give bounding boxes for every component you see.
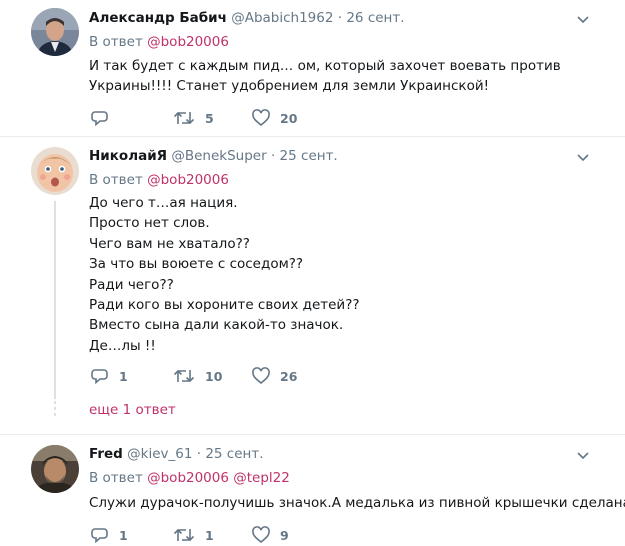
like-count: 9: [280, 527, 289, 543]
tweet-text-line: Ради кого вы хороните своих детей??: [89, 297, 360, 314]
tweet-text-line: Вместо сына дали какой-то значок.: [89, 317, 344, 334]
reply-icon: [91, 369, 108, 385]
tweet-text-line: До чего т…ая нация.: [89, 195, 238, 211]
tweet-text-line: Украины!!!! Станет удобрением для земли …: [89, 78, 490, 94]
tweet-text-line: Служи дурачок-получишь значок.А медалька…: [89, 495, 625, 511]
retweet-button[interactable]: 5: [173, 108, 214, 128]
heart-icon: [252, 109, 270, 127]
like-count: 26: [280, 368, 298, 384]
avatar[interactable]: [31, 445, 79, 493]
like-button[interactable]: 20: [252, 108, 297, 128]
display-name[interactable]: Fred: [89, 446, 123, 462]
tweet-text-line: Чего вам не хватало??: [89, 235, 250, 252]
tweet-actions: 1 10 26: [89, 366, 389, 386]
like-button[interactable]: 26: [252, 366, 297, 386]
mention-link[interactable]: @tepl22: [233, 470, 290, 486]
heart-icon: [252, 367, 270, 385]
tweet-text: До чего т…ая нация. Просто нет слов. Чег…: [89, 193, 360, 356]
tweet-text-line: Просто нет слов.: [89, 215, 210, 232]
chevron-down-icon[interactable]: [577, 16, 589, 24]
retweet-icon: [173, 111, 195, 125]
retweet-count: 1: [205, 527, 214, 543]
reply-count: 1: [119, 368, 128, 384]
mention-link[interactable]: @bob20006: [147, 470, 229, 486]
heart-icon: [252, 526, 270, 544]
separator-dot: ·: [337, 10, 343, 26]
avatar[interactable]: [31, 147, 79, 195]
separator-dot: ·: [270, 148, 276, 164]
thread-dots: [52, 401, 58, 419]
tweet-text-line: За что вы воюете с соседом??: [89, 256, 304, 273]
retweet-icon: [173, 369, 195, 383]
tweet-kiev-61[interactable]: Fred @kiev_61 · 25 сент. В ответ @bob200…: [0, 435, 625, 546]
tweet-text-line: Ради чего??: [89, 276, 174, 293]
mention-link[interactable]: @bob20006: [147, 172, 229, 188]
tweet-text-line: Де…лы !!: [89, 337, 156, 354]
tweet-actions: 5 20: [89, 108, 389, 128]
thread-line: [54, 201, 56, 399]
reply-count: 1: [119, 527, 128, 543]
reply-button[interactable]: 1: [91, 525, 128, 545]
show-more-replies-link[interactable]: еще 1 ответ: [89, 402, 176, 418]
reply-to-label: В ответ: [89, 34, 143, 50]
tweet-actions: 1 1 9: [89, 525, 389, 545]
retweet-button[interactable]: 10: [173, 366, 222, 386]
retweet-button[interactable]: 1: [173, 525, 214, 545]
timestamp[interactable]: 25 сент.: [205, 446, 263, 462]
chevron-down-icon[interactable]: [577, 452, 589, 460]
retweet-count: 5: [205, 110, 214, 126]
timestamp[interactable]: 26 сент.: [346, 10, 404, 26]
chevron-down-icon[interactable]: [577, 154, 589, 162]
retweet-icon: [173, 528, 195, 542]
tweet-text: Служи дурачок-получишь значок.А медалька…: [89, 493, 625, 513]
tweet-text: И так будет с каждым пид… ом, который за…: [89, 56, 561, 96]
like-count: 20: [280, 110, 298, 126]
retweet-count: 10: [205, 368, 223, 384]
user-handle[interactable]: @Ababich1962: [231, 10, 333, 26]
user-handle[interactable]: @kiev_61: [127, 446, 192, 462]
tweet-text-line: И так будет с каждым пид… ом, который за…: [89, 58, 561, 74]
like-button[interactable]: 9: [252, 525, 289, 545]
tweet-ababich1962[interactable]: Александр Бабич @Ababich1962 · 26 сент. …: [0, 0, 625, 136]
separator-dot: ·: [196, 446, 202, 462]
reply-icon: [91, 111, 108, 127]
mention-link[interactable]: @bob20006: [147, 34, 229, 50]
reply-to-label: В ответ: [89, 470, 143, 486]
reply-button[interactable]: 1: [91, 366, 128, 386]
user-handle[interactable]: @BenekSuper: [171, 148, 266, 164]
reply-to-label: В ответ: [89, 172, 143, 188]
reply-button[interactable]: [91, 108, 119, 128]
tweet-beneksuper[interactable]: НиколайЯ @BenekSuper · 25 сент. В ответ …: [0, 137, 625, 434]
avatar[interactable]: [31, 8, 79, 56]
display-name[interactable]: Александр Бабич: [89, 10, 227, 26]
timestamp[interactable]: 25 сент.: [280, 148, 338, 164]
reply-icon: [91, 528, 108, 544]
display-name[interactable]: НиколайЯ: [89, 148, 167, 164]
